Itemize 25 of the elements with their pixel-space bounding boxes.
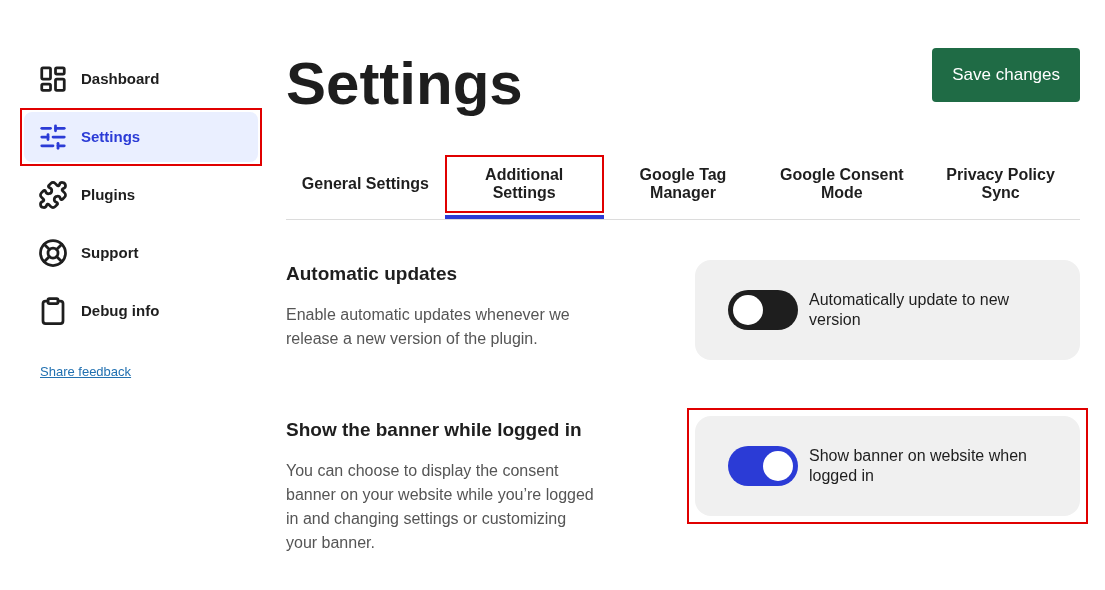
section-heading: Automatic updates [286, 262, 459, 286]
sidebar-item[interactable]: Debug info [24, 286, 258, 336]
sidebar-item[interactable]: Plugins [24, 170, 258, 220]
toggle-switch[interactable] [728, 290, 798, 330]
sliders-icon [38, 122, 68, 152]
sidebar-item[interactable]: Settings [24, 112, 258, 162]
page-title: Settings [286, 54, 523, 114]
toggle-label: Automatically update to new version [809, 290, 1011, 330]
lifebuoy-icon [38, 238, 68, 268]
tab[interactable]: Google Tag Manager [605, 157, 761, 211]
dashboard-icon [38, 64, 68, 94]
tab[interactable]: General Settings [288, 157, 443, 211]
section-description: You can choose to display the consent banner on your website while you’re logged in and changing settings or customizing your banner. [286, 460, 595, 553]
tab[interactable]: Google Consent Mode [764, 157, 920, 211]
tab[interactable]: Privacy Policy Sync [923, 157, 1078, 211]
feedback-link[interactable]: Share feedback [40, 362, 132, 382]
section-description: Enable automatic updates whenever we release a new version of the plugin. [286, 304, 571, 349]
tab[interactable]: Additional Settings [446, 157, 602, 211]
save-button[interactable]: Save changes [932, 48, 1080, 102]
toggle-switch[interactable] [728, 446, 798, 486]
puzzle-icon [38, 180, 68, 210]
toggle-label: Show banner on website when logged in [809, 446, 1028, 486]
sidebar-item[interactable]: Support [24, 228, 258, 278]
section-heading: Show the banner while logged in [286, 418, 583, 442]
sidebar-item[interactable]: Dashboard [24, 54, 258, 104]
